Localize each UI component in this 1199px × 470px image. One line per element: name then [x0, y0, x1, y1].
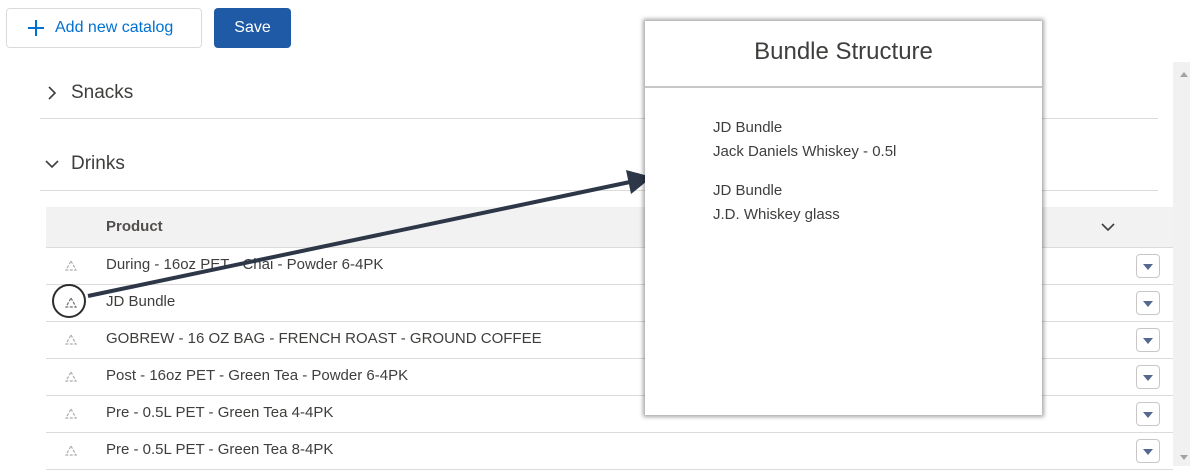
- recycle-icon[interactable]: [65, 371, 77, 383]
- bundle-name: JD Bundle: [713, 182, 783, 199]
- bundle-name: JD Bundle: [713, 119, 783, 136]
- popup-title: Bundle Structure: [754, 38, 933, 65]
- chevron-down-icon[interactable]: [1100, 219, 1116, 235]
- row-menu-button[interactable]: [1136, 365, 1160, 389]
- recycle-icon[interactable]: [65, 334, 77, 346]
- row-menu-button[interactable]: [1136, 402, 1160, 426]
- product-name: JD Bundle: [106, 293, 176, 310]
- scroll-up-arrow-icon[interactable]: [1180, 72, 1188, 77]
- row-menu-button[interactable]: [1136, 328, 1160, 352]
- product-name: GOBREW - 16 OZ BAG - FRENCH ROAST - GROU…: [106, 330, 542, 347]
- chevron-down-icon: [45, 160, 59, 169]
- plus-icon: [27, 19, 45, 37]
- row-menu-button[interactable]: [1136, 439, 1160, 463]
- column-header-product[interactable]: Product: [106, 218, 163, 235]
- recycle-icon[interactable]: [65, 260, 77, 272]
- recycle-icon[interactable]: [65, 445, 77, 457]
- bundle-item: Jack Daniels Whiskey - 0.5l: [713, 143, 897, 160]
- recycle-icon[interactable]: [65, 408, 77, 420]
- popup-divider: [645, 86, 1042, 88]
- section-title-snacks: Snacks: [71, 82, 134, 103]
- product-name: Pre - 0.5L PET - Green Tea 4-4PK: [106, 404, 334, 421]
- bundle-entry: JD Bundle Jack Daniels Whiskey - 0.5l: [713, 116, 896, 164]
- product-name: During - 16oz PET - Chai - Powder 6-4PK: [106, 256, 384, 273]
- bundle-structure-popup: Bundle Structure JD Bundle Jack Daniels …: [645, 21, 1042, 415]
- chevron-right-icon: [48, 86, 57, 100]
- section-title-drinks: Drinks: [71, 153, 125, 174]
- row-menu-button[interactable]: [1136, 254, 1160, 278]
- add-new-catalog-label: Add new catalog: [55, 19, 174, 36]
- bundle-entry: JD Bundle J.D. Whiskey glass: [713, 179, 840, 227]
- save-button[interactable]: Save: [214, 8, 291, 48]
- table-row[interactable]: Pre - 0.5L PET - Green Tea 8-4PK: [46, 433, 1173, 470]
- product-name: Pre - 0.5L PET - Green Tea 8-4PK: [106, 441, 334, 458]
- bundle-item: J.D. Whiskey glass: [713, 206, 840, 223]
- highlight-circle: [52, 284, 86, 318]
- add-new-catalog-button[interactable]: Add new catalog: [6, 8, 202, 48]
- product-name: Post - 16oz PET - Green Tea - Powder 6-4…: [106, 367, 409, 384]
- row-menu-button[interactable]: [1136, 291, 1160, 315]
- scrollbar[interactable]: [1173, 62, 1190, 466]
- scroll-down-arrow-icon[interactable]: [1180, 455, 1188, 460]
